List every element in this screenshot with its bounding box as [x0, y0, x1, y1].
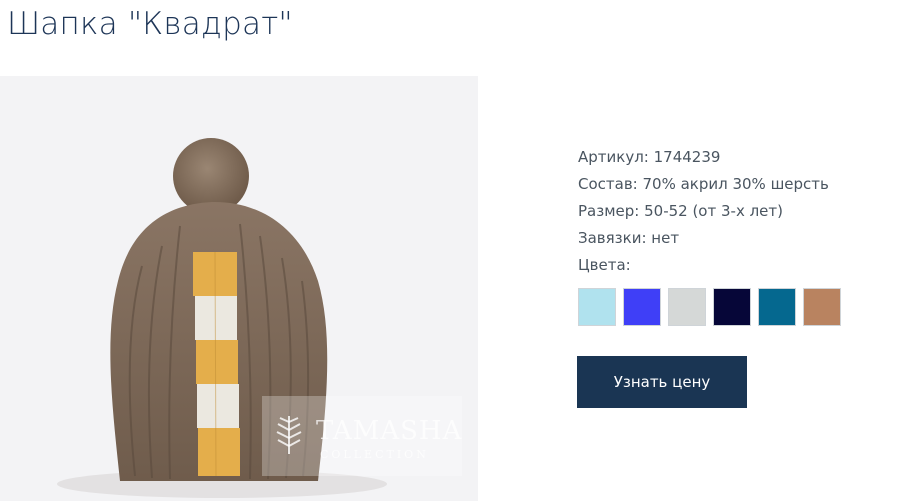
color-swatch-light-gray[interactable] — [668, 288, 706, 326]
watermark-text: TAMASHA — [316, 416, 463, 446]
size: Размер: 50-52 (от 3-х лет) — [578, 202, 783, 220]
composition: Состав: 70% акрил 30% шерсть — [578, 175, 829, 193]
color-swatches — [578, 288, 841, 326]
get-price-button[interactable]: Узнать цену — [577, 356, 747, 408]
color-swatch-blue[interactable] — [623, 288, 661, 326]
color-swatch-light-blue[interactable] — [578, 288, 616, 326]
knit-logo-icon — [276, 416, 302, 454]
watermark-subtext: COLLECTION — [320, 448, 429, 461]
color-swatch-navy[interactable] — [713, 288, 751, 326]
colors-label: Цвета: — [578, 256, 631, 274]
color-swatch-tan[interactable] — [803, 288, 841, 326]
article-number: Артикул: 1744239 — [578, 148, 721, 166]
page-title: Шапка "Квадрат" — [7, 6, 293, 42]
ties: Завязки: нет — [578, 229, 680, 247]
product-details: Артикул: 1744239 Состав: 70% акрил 30% ш… — [578, 144, 829, 279]
color-swatch-teal[interactable] — [758, 288, 796, 326]
product-image: TAMASHA COLLECTION — [0, 76, 478, 501]
